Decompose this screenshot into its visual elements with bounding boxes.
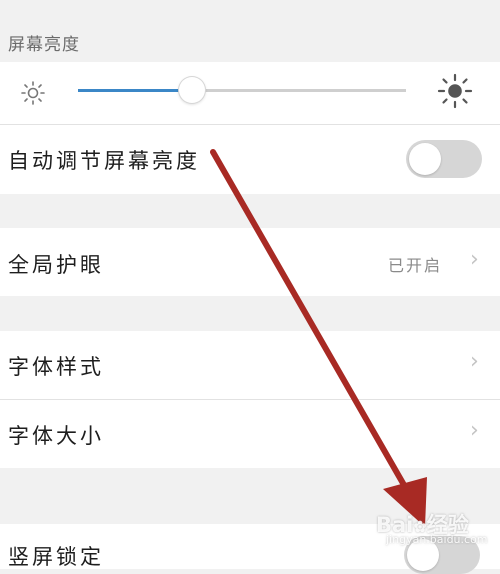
annotation-arrow (210, 149, 427, 527)
watermark-url: jingyan.baidu.com (386, 533, 488, 546)
